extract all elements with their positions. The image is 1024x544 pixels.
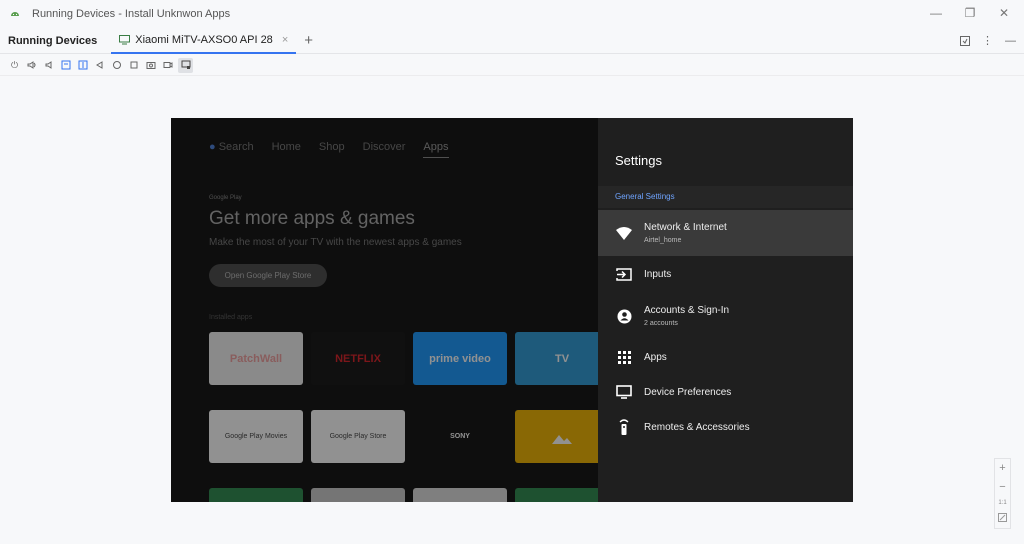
app-tile-prime-video: prime video	[413, 332, 507, 385]
settings-title: Settings	[615, 153, 662, 168]
overview-icon[interactable]	[127, 59, 140, 72]
zoom-in-button[interactable]: +	[999, 462, 1005, 474]
tv-heading: Get more apps & games	[209, 208, 415, 229]
settings-item-label: Accounts & Sign-In	[644, 305, 730, 316]
tv-nav-home: Home	[271, 141, 301, 153]
google-play-label: Google Play	[209, 195, 242, 201]
android-icon	[11, 12, 19, 16]
settings-item-remotes[interactable]: Remotes & Accessories	[598, 416, 853, 438]
app-tile-play-movies: Google Play Movies	[209, 410, 303, 463]
app-tile-play-store: Google Play Store	[311, 410, 405, 463]
settings-item-label: Network & Internet	[644, 222, 727, 233]
settings-item-accounts[interactable]: Accounts & Sign-In 2 accounts	[598, 300, 853, 332]
fit-screen-icon[interactable]	[998, 512, 1007, 525]
volume-up-icon[interactable]	[25, 59, 38, 72]
more-options-icon[interactable]: ⋮	[982, 34, 993, 47]
rotate-right-icon[interactable]	[76, 59, 89, 72]
tab-close-icon[interactable]: ×	[282, 34, 288, 46]
apps-grid-icon	[614, 347, 634, 367]
screen-record-icon[interactable]	[161, 59, 174, 72]
settings-item-sub: Airtel_home	[644, 237, 682, 244]
remote-icon	[614, 417, 634, 437]
close-icon[interactable]: ✕	[998, 6, 1010, 20]
installed-apps-label: Installed apps	[209, 314, 253, 321]
tv-icon	[614, 382, 634, 402]
tab-device[interactable]: Xiaomi MiTV-AXSO0 API 28 ×	[111, 28, 297, 54]
app-tile-row3-3	[413, 488, 507, 502]
device-frame-icon[interactable]	[178, 57, 193, 73]
app-tile-patchwall: PatchWall	[209, 332, 303, 385]
device-tab-icon	[119, 34, 131, 44]
open-play-store-button: Open Google Play Store	[209, 264, 327, 287]
input-icon	[614, 264, 634, 284]
hide-icon[interactable]: —	[1005, 35, 1016, 47]
volume-down-icon[interactable]	[42, 59, 55, 72]
settings-item-label: Inputs	[644, 268, 672, 280]
account-icon	[614, 306, 634, 326]
tv-nav-shop: Shop	[318, 141, 345, 153]
layout-icon[interactable]	[960, 35, 970, 46]
wifi-icon	[614, 223, 634, 243]
app-tile-gallery	[515, 410, 609, 463]
settings-item-sub: 2 accounts	[644, 320, 678, 327]
app-tile-tv: TV	[515, 332, 609, 385]
settings-item-device-preferences[interactable]: Device Preferences	[598, 381, 853, 403]
zoom-controls: + − 1:1	[994, 458, 1011, 529]
tabbar: Running Devices Xiaomi MiTV-AXSO0 API 28…	[0, 28, 1024, 54]
app-tile-netflix: NETFLIX	[311, 332, 405, 385]
tab-device-label: Xiaomi MiTV-AXSO0 API 28	[135, 33, 273, 46]
app-tile-row3-2	[311, 488, 405, 502]
home-icon[interactable]	[110, 59, 123, 72]
tv-nav-apps: Apps	[423, 141, 449, 158]
settings-item-inputs[interactable]: Inputs	[598, 263, 853, 285]
tv-top-nav: ● Search Home Shop Discover Apps	[209, 141, 449, 158]
back-icon[interactable]	[93, 59, 106, 72]
settings-item-label: Remotes & Accessories	[644, 421, 750, 433]
settings-panel: Settings General Settings Network & Inte…	[598, 118, 853, 502]
tv-home-background: ● Search Home Shop Discover Apps Google …	[171, 118, 609, 502]
minimize-icon[interactable]: —	[930, 6, 942, 20]
settings-item-label: Device Preferences	[644, 386, 732, 398]
zoom-out-button[interactable]: −	[999, 481, 1005, 493]
tv-nav-discover: Discover	[362, 141, 406, 153]
tv-subheading: Make the most of your TV with the newest…	[209, 237, 462, 248]
app-tile-sony: SONY	[413, 410, 507, 463]
device-toolbar: ⏻	[0, 55, 1024, 76]
power-icon[interactable]: ⏻	[8, 59, 21, 72]
tv-nav-search: ● Search	[209, 141, 254, 153]
restore-icon[interactable]: ❐	[964, 6, 976, 20]
app-tile-row3-4	[515, 488, 609, 502]
actual-size-button[interactable]: 1:1	[998, 500, 1006, 506]
app-tile-row3-1	[209, 488, 303, 502]
screenshot-icon[interactable]	[144, 59, 157, 72]
rotate-left-icon[interactable]	[59, 59, 72, 72]
add-tab-icon[interactable]: +	[304, 32, 313, 49]
running-devices-title: Running Devices	[8, 34, 98, 47]
settings-item-network[interactable]: Network & Internet Airtel_home	[598, 210, 853, 256]
settings-item-apps[interactable]: Apps	[598, 346, 853, 368]
settings-item-label: Apps	[644, 351, 667, 363]
device-screen[interactable]: ● Search Home Shop Discover Apps Google …	[171, 118, 853, 502]
window-titlebar: Running Devices - Install Unknwon Apps —…	[0, 0, 1024, 28]
gallery-icon	[552, 434, 572, 444]
general-settings-header: General Settings	[598, 186, 853, 208]
window-title: Running Devices - Install Unknwon Apps	[32, 8, 231, 20]
